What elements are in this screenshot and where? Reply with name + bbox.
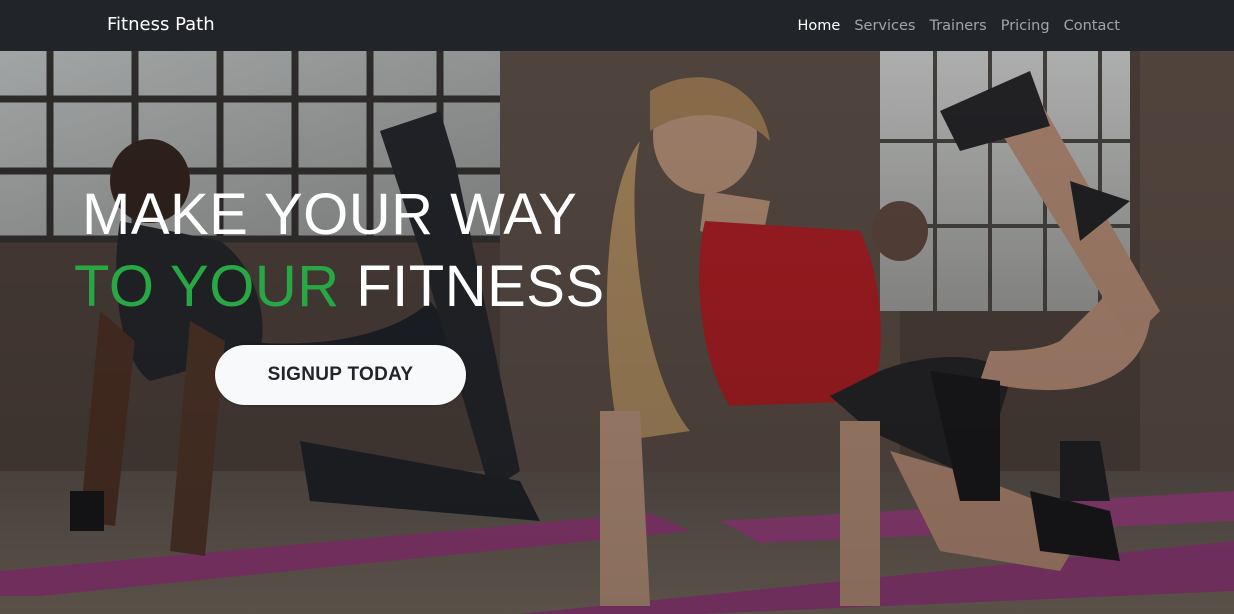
nav-link-home[interactable]: Home xyxy=(797,18,840,34)
brand-logo-link[interactable]: Fitness Path xyxy=(107,13,215,37)
page: Fitness Path Home Services Trainers Pric… xyxy=(0,0,1234,614)
nav-link-trainers[interactable]: Trainers xyxy=(929,18,986,34)
nav-item-pricing: Pricing xyxy=(1001,15,1050,36)
nav-links: Home Services Trainers Pricing Contact xyxy=(797,15,1120,36)
hero-title-accent: TO YOUR xyxy=(74,254,340,319)
nav-item-services: Services xyxy=(854,15,915,36)
hero-title-line2: TO YOUR FITNESS xyxy=(74,251,605,323)
nav-item-home: Home xyxy=(797,15,840,36)
nav-link-pricing[interactable]: Pricing xyxy=(1001,18,1050,34)
hero-title-rest: FITNESS xyxy=(339,254,605,319)
hero-section: MAKE YOUR WAY TO YOUR FITNESS SIGNUP TOD… xyxy=(0,51,1234,614)
nav-link-services[interactable]: Services xyxy=(854,18,915,34)
nav-item-contact: Contact xyxy=(1064,15,1120,36)
navbar: Fitness Path Home Services Trainers Pric… xyxy=(0,0,1234,51)
signup-today-button[interactable]: SIGNUP TODAY xyxy=(215,345,466,405)
nav-item-trainers: Trainers xyxy=(929,15,986,36)
hero-title: MAKE YOUR WAY TO YOUR FITNESS xyxy=(74,179,605,323)
hero-title-line1: MAKE YOUR WAY xyxy=(82,182,578,247)
hero-background-photo xyxy=(0,51,1234,614)
nav-link-contact[interactable]: Contact xyxy=(1064,18,1120,34)
